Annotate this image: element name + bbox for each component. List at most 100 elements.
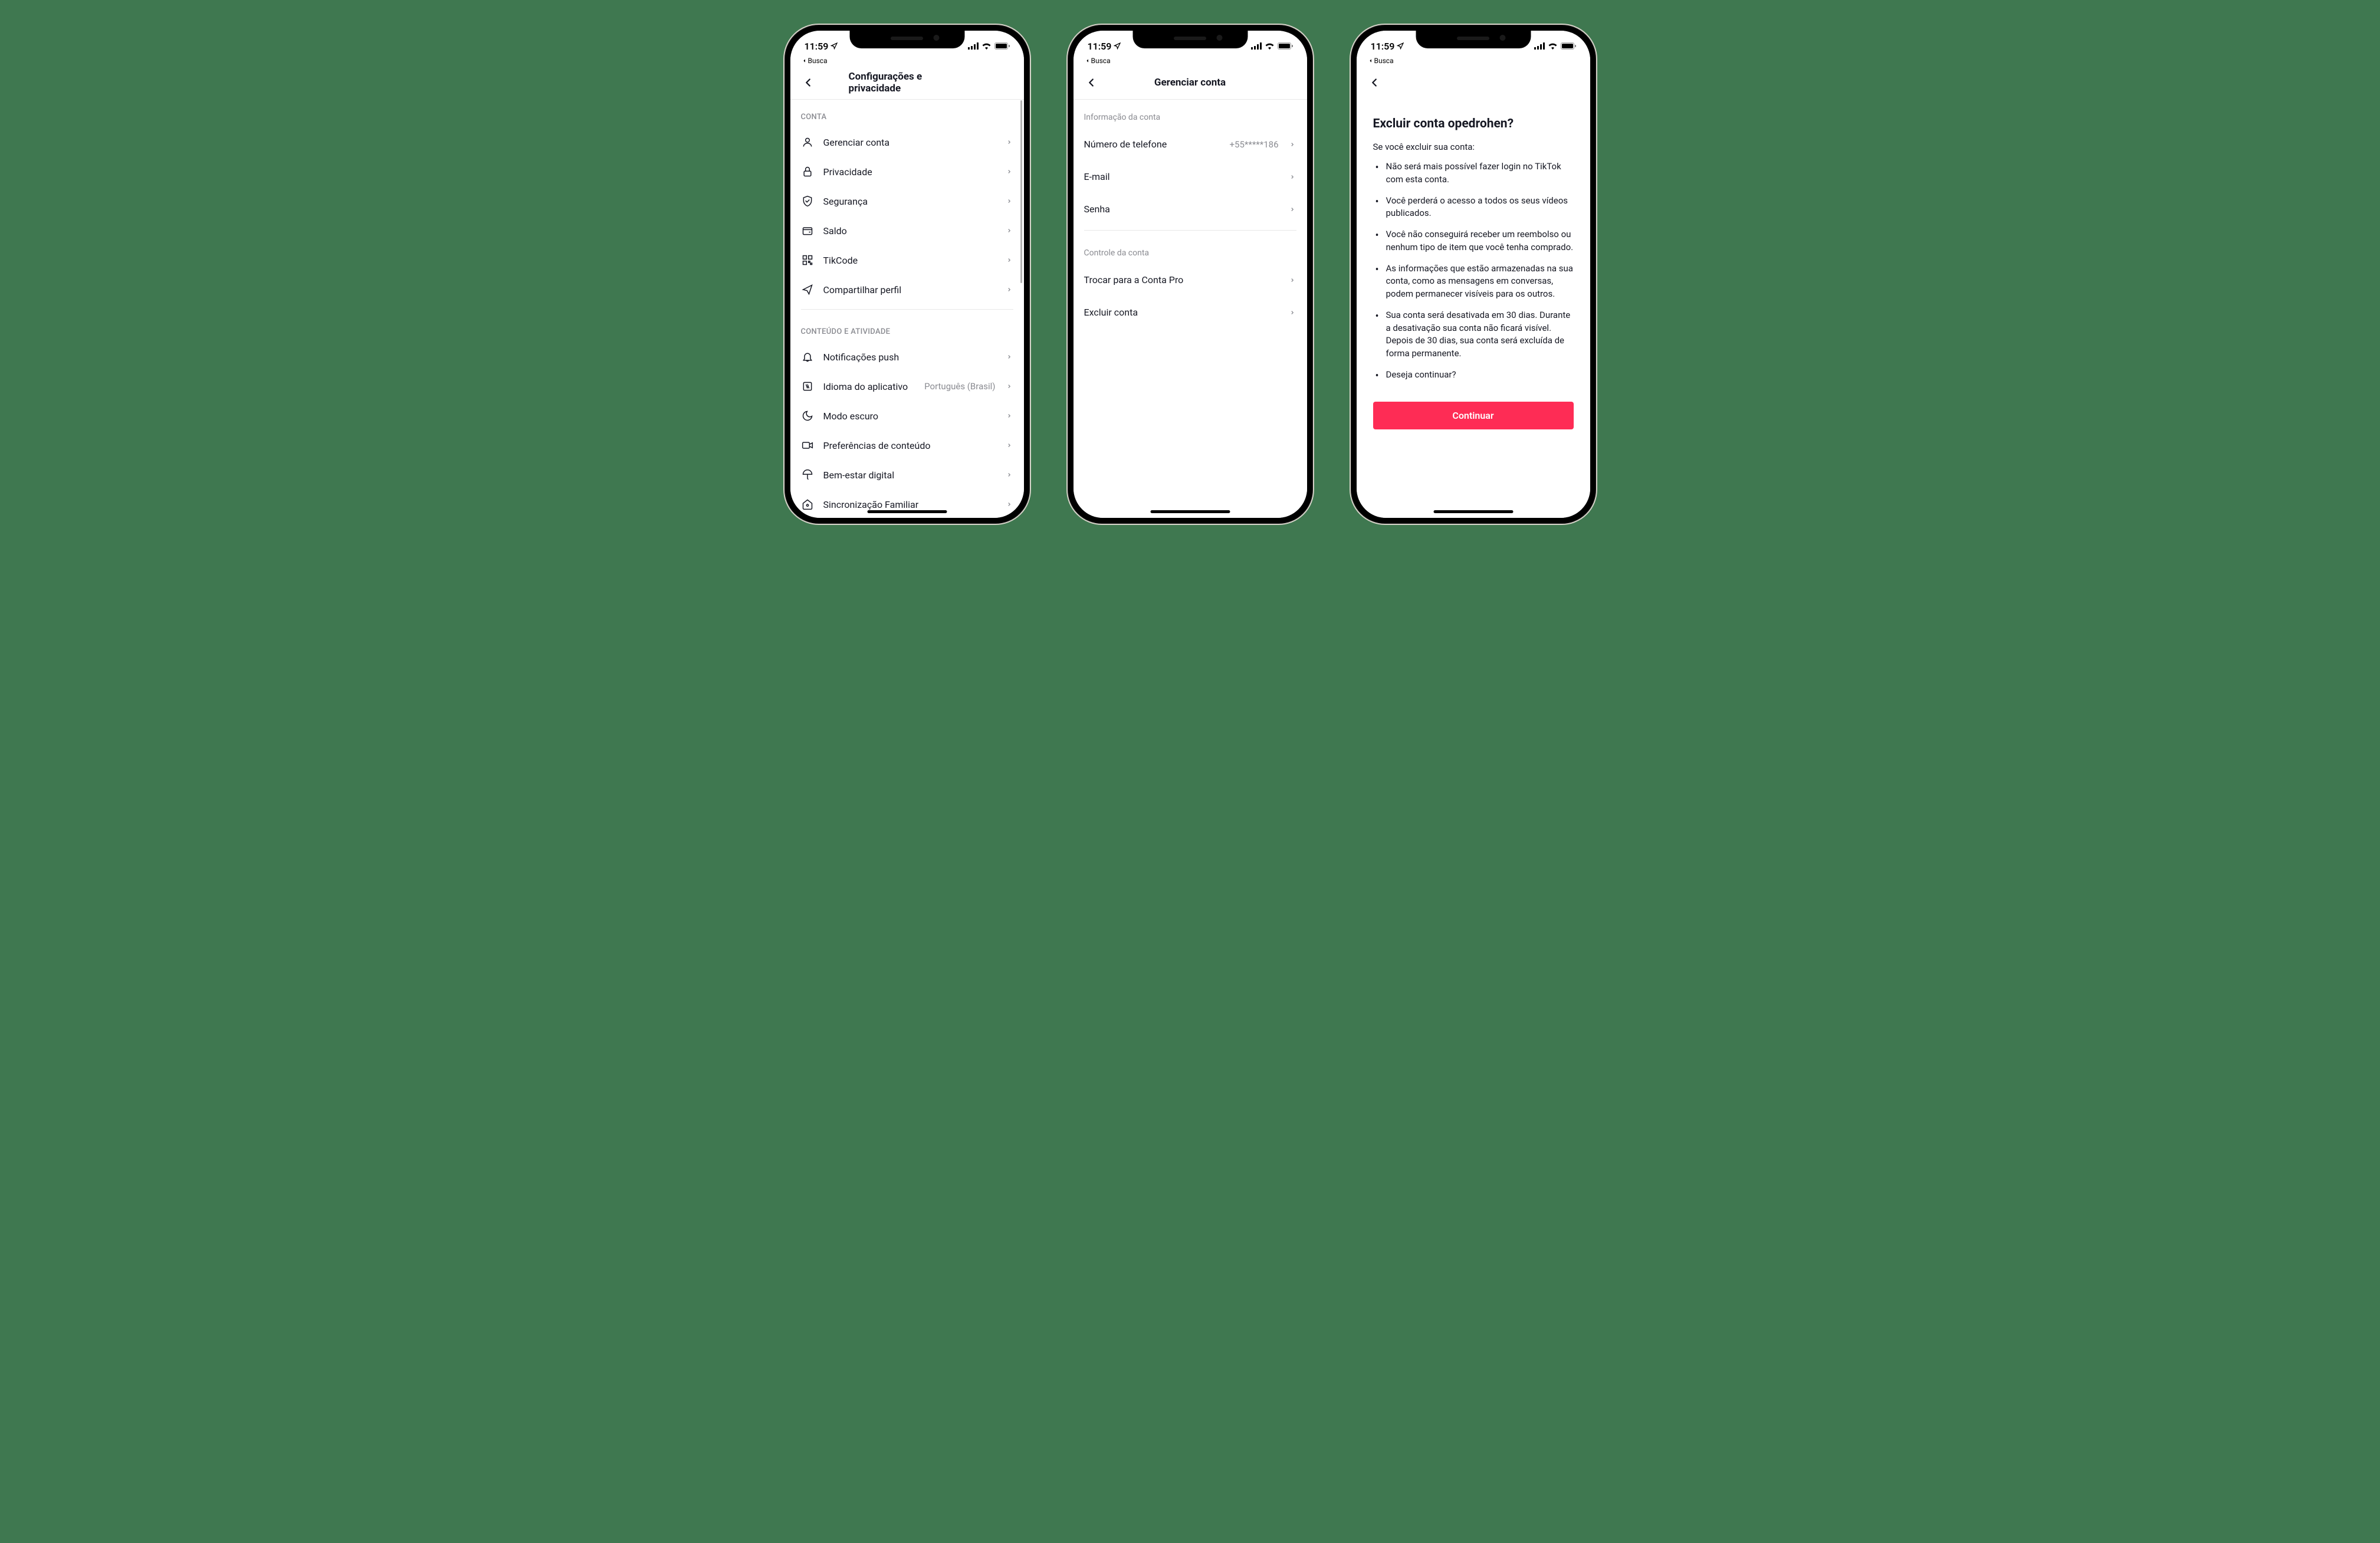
chevron-right-icon [1005, 412, 1013, 420]
location-icon [830, 42, 838, 50]
continue-button[interactable]: Continuar [1373, 402, 1574, 429]
moon-icon [801, 409, 814, 422]
row-gerenciar-conta[interactable]: Gerenciar conta [790, 127, 1024, 157]
home-icon [801, 498, 814, 511]
wifi-icon [1265, 42, 1275, 50]
row-label: Preferências de conteúdo [823, 440, 996, 451]
chevron-right-icon [1005, 168, 1013, 176]
row-label: Excluir conta [1084, 307, 1279, 318]
status-time: 11:59 [1371, 41, 1395, 52]
row-label: Notificações push [823, 352, 996, 363]
notch [849, 31, 964, 48]
delete-title: Excluir conta opedrohen? [1373, 117, 1574, 131]
breadcrumb-label: Busca [1091, 57, 1111, 65]
chevron-right-icon [1005, 382, 1013, 390]
breadcrumb-back-icon [802, 58, 807, 63]
row-label: Número de telefone [1084, 139, 1220, 150]
row-value: +55*****186 [1230, 139, 1279, 150]
home-indicator[interactable] [1150, 510, 1230, 513]
content: Excluir conta opedrohen? Se você excluir… [1357, 99, 1590, 518]
row-sincronizacao-familiar[interactable]: Sincronização Familiar [790, 490, 1024, 518]
content-scroll[interactable]: CONTA Gerenciar conta Privacidade [790, 100, 1024, 518]
person-icon [801, 136, 814, 149]
chevron-right-icon [1005, 441, 1013, 449]
back-button[interactable] [1083, 74, 1099, 91]
row-senha[interactable]: Senha [1074, 193, 1307, 225]
wifi-icon [1548, 42, 1558, 50]
row-label: Bem-estar digital [823, 470, 996, 481]
row-trocar-pro[interactable]: Trocar para a Conta Pro [1074, 264, 1307, 296]
row-idioma[interactable]: Idioma do aplicativo Português (Brasil) [790, 372, 1024, 401]
notch [1416, 31, 1531, 48]
row-label: Trocar para a Conta Pro [1084, 274, 1279, 285]
home-indicator[interactable] [1433, 510, 1513, 513]
row-label: Saldo [823, 225, 996, 237]
video-icon [801, 439, 814, 452]
chevron-right-icon [1005, 197, 1013, 205]
breadcrumb[interactable]: Busca [790, 57, 1024, 70]
content: Informação da conta Número de telefone +… [1074, 100, 1307, 518]
section-header-conta: CONTA [790, 100, 1024, 127]
row-label: TikCode [823, 255, 996, 266]
back-button[interactable] [800, 74, 816, 91]
chevron-right-icon [1005, 138, 1013, 146]
breadcrumb[interactable]: Busca [1074, 57, 1307, 70]
row-preferencias-conteudo[interactable]: Preferências de conteúdo [790, 431, 1024, 460]
chevron-right-icon [1288, 308, 1296, 317]
chevron-right-icon [1288, 205, 1296, 214]
row-email[interactable]: E-mail [1074, 160, 1307, 193]
breadcrumb-back-icon [1085, 58, 1090, 63]
umbrella-icon [801, 468, 814, 481]
row-compartilhar-perfil[interactable]: Compartilhar perfil [790, 275, 1024, 304]
row-label: Privacidade [823, 166, 996, 178]
row-label: Idioma do aplicativo [823, 381, 915, 392]
chevron-right-icon [1005, 500, 1013, 508]
nav-header: Gerenciar conta [1074, 70, 1307, 100]
signal-icon [1534, 42, 1545, 50]
row-modo-escuro[interactable]: Modo escuro [790, 401, 1024, 431]
row-telefone[interactable]: Número de telefone +55*****186 [1074, 128, 1307, 160]
delete-bullet: As informações que estão armazenadas na … [1376, 262, 1574, 301]
row-label: Modo escuro [823, 411, 996, 422]
row-label: E-mail [1084, 171, 1279, 182]
divider [801, 309, 1013, 310]
chevron-right-icon [1288, 276, 1296, 284]
chevron-left-icon [1085, 76, 1098, 89]
battery-icon [1278, 42, 1293, 50]
wifi-icon [981, 42, 992, 50]
back-button[interactable] [1366, 74, 1383, 91]
row-excluir-conta[interactable]: Excluir conta [1074, 296, 1307, 329]
breadcrumb[interactable]: Busca [1357, 57, 1590, 70]
breadcrumb-label: Busca [1374, 57, 1394, 65]
lock-icon [801, 165, 814, 178]
page-title: Configurações e privacidade [849, 71, 966, 94]
row-bemestar[interactable]: Bem-estar digital [790, 460, 1024, 490]
wallet-icon [801, 224, 814, 237]
chevron-left-icon [1368, 76, 1381, 89]
scrollbar[interactable] [1020, 100, 1022, 283]
chevron-right-icon [1288, 173, 1296, 181]
row-label: Compartilhar perfil [823, 284, 996, 296]
row-notificacoes[interactable]: Notificações push [790, 342, 1024, 372]
breadcrumb-back-icon [1368, 58, 1373, 63]
row-seguranca[interactable]: Segurança [790, 186, 1024, 216]
row-label: Senha [1084, 203, 1279, 215]
chevron-right-icon [1005, 471, 1013, 479]
section-header-info: Informação da conta [1074, 100, 1307, 128]
chevron-right-icon [1005, 353, 1013, 361]
row-label: Segurança [823, 196, 996, 207]
row-saldo[interactable]: Saldo [790, 216, 1024, 245]
section-header-controle: Controle da conta [1074, 235, 1307, 264]
status-time: 11:59 [1088, 41, 1112, 52]
language-icon [801, 380, 814, 393]
divider [1084, 230, 1296, 231]
row-privacidade[interactable]: Privacidade [790, 157, 1024, 186]
home-indicator[interactable] [867, 510, 947, 513]
delete-bullet-list: Não será mais possível fazer login no Ti… [1373, 160, 1574, 382]
row-tikcode[interactable]: TikCode [790, 245, 1024, 275]
signal-icon [968, 42, 979, 50]
battery-icon [994, 42, 1010, 50]
shield-icon [801, 195, 814, 208]
phone-device-2: 11:59 Busca Gerenciar conta Informação d… [1066, 24, 1314, 525]
share-icon [801, 283, 814, 296]
